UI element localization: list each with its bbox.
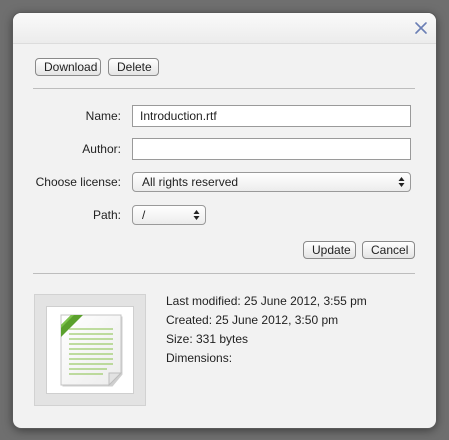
license-select[interactable]: All rights reserved	[132, 172, 411, 192]
update-button[interactable]: Update	[303, 241, 356, 259]
path-select-value: /	[142, 208, 146, 222]
divider-bottom	[33, 273, 415, 274]
author-label: Author:	[82, 142, 121, 156]
name-label: Name:	[85, 109, 121, 123]
file-picker-dialog: Download Delete Name: Introduction.rtf A…	[13, 13, 436, 428]
dimensions-text: Dimensions:	[166, 351, 233, 365]
cancel-button[interactable]: Cancel	[362, 241, 415, 259]
file-preview-frame	[46, 306, 134, 394]
created-text: Created: 25 June 2012, 3:50 pm	[166, 313, 339, 327]
name-field[interactable]: Introduction.rtf	[132, 105, 411, 127]
updown-arrows-icon	[193, 210, 200, 220]
delete-button[interactable]: Delete	[108, 58, 159, 76]
path-select[interactable]: /	[132, 205, 206, 225]
license-label: Choose license:	[35, 175, 121, 189]
divider-top	[33, 88, 415, 89]
author-field[interactable]	[132, 138, 411, 160]
last-modified-text: Last modified: 25 June 2012, 3:55 pm	[166, 294, 367, 308]
path-label: Path:	[92, 208, 121, 222]
updown-arrows-icon	[398, 177, 405, 187]
file-preview	[34, 294, 146, 406]
dialog-titlebar	[13, 13, 436, 44]
size-text: Size: 331 bytes	[166, 332, 249, 346]
document-icon	[60, 314, 123, 387]
license-select-value: All rights reserved	[142, 175, 239, 189]
close-icon[interactable]	[413, 20, 429, 36]
download-button[interactable]: Download	[35, 58, 101, 76]
